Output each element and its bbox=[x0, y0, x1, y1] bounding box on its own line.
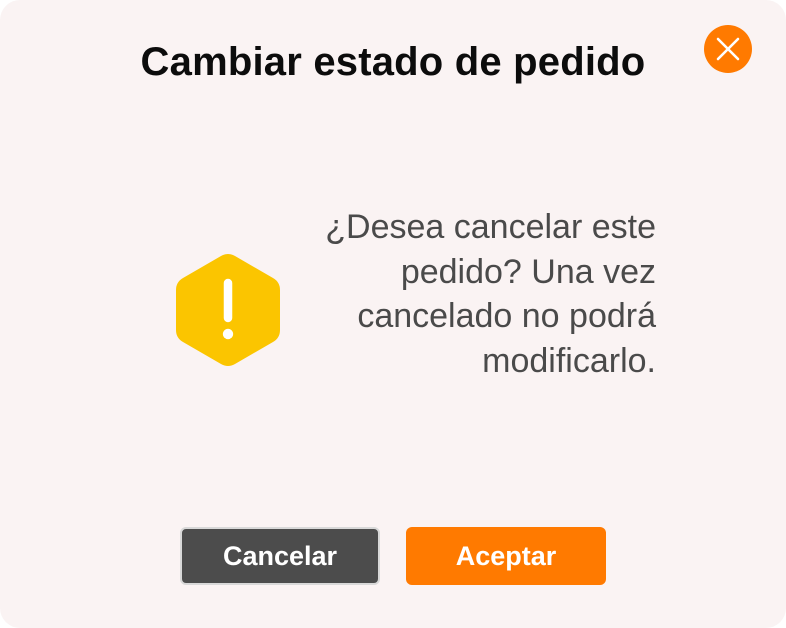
close-button[interactable] bbox=[704, 25, 752, 73]
warning-icon bbox=[176, 254, 280, 366]
dialog-title: Cambiar estado de pedido bbox=[140, 40, 646, 84]
close-icon bbox=[716, 37, 740, 61]
dialog-message: ¿Desea cancelar este pedido? Una vez can… bbox=[325, 208, 656, 380]
confirm-dialog: Cambiar estado de pedido ¿Desea cancelar… bbox=[0, 0, 786, 628]
accept-button[interactable]: Aceptar bbox=[406, 527, 606, 585]
cancel-button[interactable]: Cancelar bbox=[180, 527, 380, 585]
